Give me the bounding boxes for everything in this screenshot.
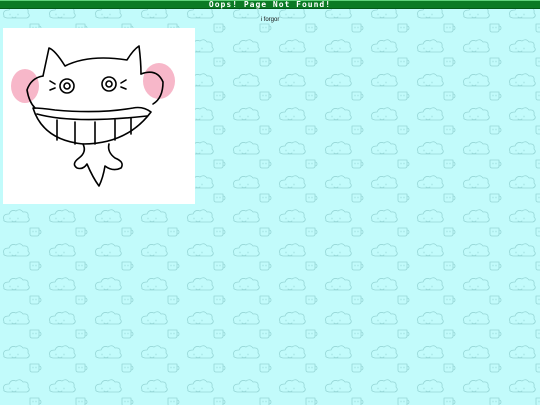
grinning-cat-icon (11, 45, 175, 187)
cat-illustration (3, 28, 195, 204)
error-message: i forgor (260, 17, 280, 23)
page-title: Oops! Page Not Found! (0, 0, 540, 9)
